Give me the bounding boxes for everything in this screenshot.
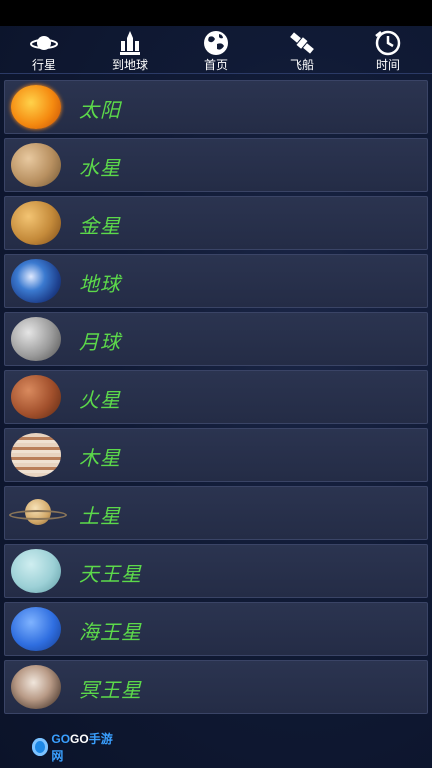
clock-icon bbox=[375, 30, 401, 56]
satellite-icon bbox=[290, 32, 314, 54]
status-bar bbox=[0, 0, 432, 26]
planet-name: 太阳 bbox=[79, 98, 121, 122]
watermark-logo: GOGO手游网 bbox=[32, 732, 118, 763]
planet-name: 地球 bbox=[79, 272, 121, 296]
planet-row-venus[interactable]: 金星 bbox=[4, 196, 428, 250]
nav-item-planets[interactable]: 行星 bbox=[6, 26, 82, 74]
uranus-image bbox=[11, 549, 61, 593]
planet-name: 土星 bbox=[79, 504, 121, 528]
nav-label: 行星 bbox=[31, 58, 56, 72]
planet-name: 天王星 bbox=[79, 562, 142, 586]
jupiter-image bbox=[11, 433, 61, 477]
planet-name: 金星 bbox=[79, 214, 121, 238]
pluto-image bbox=[11, 665, 61, 709]
planet-row-pluto[interactable]: 冥王星 bbox=[4, 660, 428, 714]
neptune-image bbox=[11, 607, 61, 651]
planet-name: 冥王星 bbox=[79, 678, 142, 702]
nav-label: 到地球 bbox=[111, 58, 148, 72]
nav-label: 首页 bbox=[203, 58, 228, 72]
planet-row-mercury[interactable]: 水星 bbox=[4, 138, 428, 192]
app-screen: 行星 到地球 首页 飞船 时间 太阳 水星 金星 地球 月球 火星 木星 土星 … bbox=[0, 26, 432, 768]
moon-image bbox=[11, 317, 61, 361]
planet-row-uranus[interactable]: 天王星 bbox=[4, 544, 428, 598]
planet-row-sun[interactable]: 太阳 bbox=[4, 80, 428, 134]
saturn-image bbox=[9, 495, 67, 533]
mars-image bbox=[11, 375, 61, 419]
mercury-image bbox=[11, 143, 61, 187]
planet-name: 海王星 bbox=[79, 620, 142, 644]
planet-row-saturn[interactable]: 土星 bbox=[4, 486, 428, 540]
planet-row-mars[interactable]: 火星 bbox=[4, 370, 428, 424]
planet-name: 月球 bbox=[79, 330, 121, 354]
planet-row-neptune[interactable]: 海王星 bbox=[4, 602, 428, 656]
nav-item-spacecraft[interactable]: 飞船 bbox=[264, 26, 340, 74]
planet-row-jupiter[interactable]: 木星 bbox=[4, 428, 428, 482]
top-nav-bar: 行星 到地球 首页 飞船 时间 bbox=[0, 26, 432, 74]
planet-icon bbox=[30, 36, 58, 50]
nav-label: 飞船 bbox=[289, 58, 314, 72]
nav-label: 时间 bbox=[375, 58, 400, 72]
nav-item-home[interactable]: 首页 bbox=[178, 26, 254, 74]
planet-name: 水星 bbox=[79, 156, 121, 180]
rocket-icon bbox=[120, 31, 140, 55]
logo-text: GOGO手游网 bbox=[51, 732, 113, 763]
planet-name: 木星 bbox=[79, 446, 121, 470]
nav-item-to-earth[interactable]: 到地球 bbox=[92, 26, 168, 74]
planet-row-earth[interactable]: 地球 bbox=[4, 254, 428, 308]
globe-icon bbox=[204, 31, 228, 55]
planet-list: 太阳 水星 金星 地球 月球 火星 木星 土星 天王星 海王星 冥王星 bbox=[4, 80, 428, 718]
earth-image bbox=[11, 259, 61, 303]
planet-name: 火星 bbox=[79, 388, 121, 412]
logo-icon bbox=[32, 738, 49, 756]
venus-image bbox=[11, 201, 61, 245]
nav-item-time[interactable]: 时间 bbox=[350, 26, 426, 74]
planet-row-moon[interactable]: 月球 bbox=[4, 312, 428, 366]
sun-image bbox=[11, 85, 61, 129]
